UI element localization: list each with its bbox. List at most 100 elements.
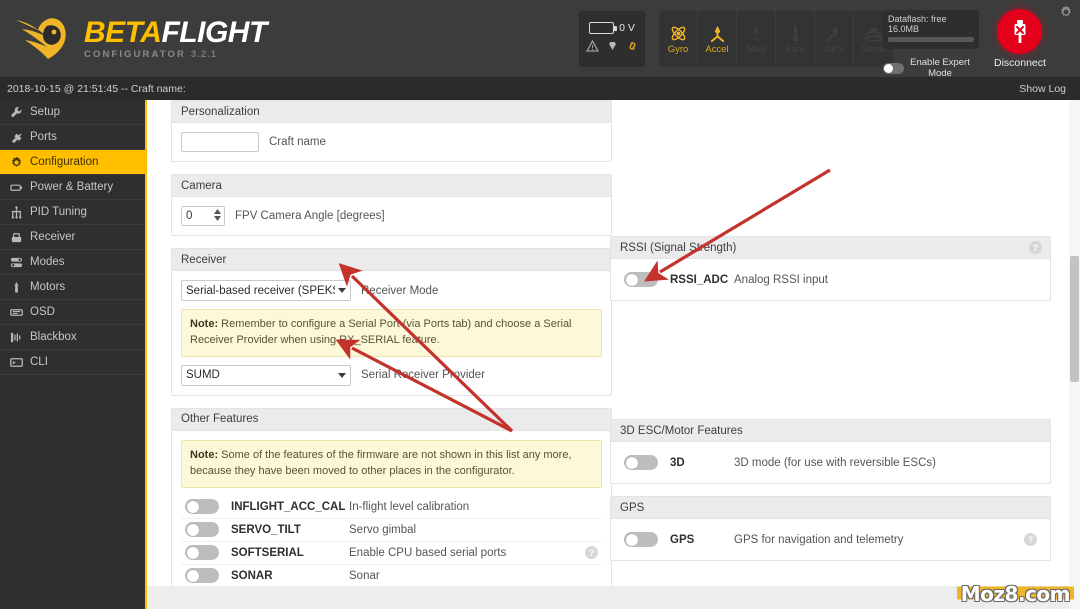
feature-name: INFLIGHT_ACC_CAL [231, 500, 346, 513]
feature-description: Enable CPU based serial ports [349, 546, 507, 559]
plug-icon [9, 130, 23, 144]
receiver-note: Note: Remember to configure a Serial Por… [181, 309, 602, 357]
wrench-icon [9, 105, 23, 119]
feature-row-softserial[interactable]: SOFTSERIAL Enable CPU based serial ports… [181, 542, 602, 565]
right-column: RSSI (Signal Strength) ? RSSI_ADC Analog… [610, 236, 1051, 573]
sensor-gps-label: GPS [823, 43, 845, 55]
show-log-button[interactable]: Show Log [1019, 83, 1066, 95]
panel-title-other-features: Other Features [172, 408, 611, 431]
expert-mode-toggle[interactable] [883, 63, 904, 75]
sensor-accel: Accel [698, 11, 737, 67]
motor-icon [9, 280, 23, 294]
feature-description: 3D mode (for use with reversible ESCs) [734, 456, 936, 469]
terminal-icon [9, 355, 23, 369]
sidebar-item-osd[interactable]: OSD [0, 300, 145, 325]
link-icon [626, 39, 639, 57]
sidebar-item-label: Setup [30, 106, 61, 118]
sidebar-nav: Setup Ports Configuration Power & Batter… [0, 100, 147, 609]
stepper-arrows-icon[interactable] [214, 209, 221, 221]
port-diamond-icon [606, 39, 619, 57]
panel-camera: Camera 0 FPV Camera Angle [degrees] [171, 174, 612, 236]
toggle-gps[interactable] [624, 532, 658, 547]
feature-description: Analog RSSI input [734, 273, 828, 286]
battery-voltage: 0 V [619, 21, 635, 34]
feature-name: GPS [670, 533, 695, 546]
logo-beta-text: BETA [84, 15, 162, 49]
feature-row-3d[interactable]: 3D 3D mode (for use with reversible ESCs… [620, 451, 1041, 474]
feature-description: Servo gimbal [349, 523, 417, 536]
chevron-down-icon [338, 372, 346, 378]
feature-row-sonar[interactable]: SONAR Sonar [181, 565, 602, 588]
antenna-icon [9, 230, 23, 244]
toggle-inflight-acc-cal[interactable] [185, 499, 219, 515]
panel-gps: GPS GPS GPS for navigation and telemetry… [610, 496, 1051, 561]
sidebar-item-power-battery[interactable]: Power & Battery [0, 175, 145, 200]
sensor-baro-label: Baro [784, 43, 806, 55]
sidebar-item-label: Modes [30, 256, 65, 268]
panel-receiver: Receiver Serial-based receiver (SPEKSAT,… [171, 248, 612, 396]
disconnect-button[interactable]: Disconnect [994, 9, 1046, 69]
serial-receiver-provider-select[interactable]: SUMD [181, 364, 351, 386]
sidebar-item-label: Blackbox [30, 331, 77, 343]
panel-title-gps: GPS [611, 497, 1050, 519]
dataflash-value: 16.0MB [888, 24, 920, 35]
dataflash-section: Dataflash: free 16.0MB Enable Expert Mod… [883, 10, 979, 80]
status-bar-text: 2018-10-15 @ 21:51:45 -- Craft name: [7, 82, 186, 95]
sidebar-item-pid-tuning[interactable]: PID Tuning [0, 200, 145, 225]
sidebar-item-blackbox[interactable]: Blackbox [0, 325, 145, 350]
sliders-icon [9, 205, 23, 219]
dataflash-label: Dataflash: free [888, 14, 947, 24]
feature-row-servo-tilt[interactable]: SERVO_TILT Servo gimbal [181, 519, 602, 542]
toggle-rssi-adc[interactable] [624, 272, 658, 287]
sensor-baro: Baro [776, 11, 815, 67]
sidebar-item-cli[interactable]: CLI [0, 350, 145, 375]
sidebar-item-configuration[interactable]: Configuration [0, 150, 145, 175]
blackbox-icon [9, 330, 23, 344]
vertical-scrollbar[interactable] [1069, 100, 1080, 609]
panel-title-personalization: Personalization [172, 101, 611, 123]
sensor-status-bar: Gyro Accel N Mag Baro GPS Sonar [659, 11, 893, 67]
sidebar-item-label: OSD [30, 306, 55, 318]
betaflight-bird-icon [14, 12, 76, 66]
feature-description: GPS for navigation and telemetry [734, 533, 904, 546]
sidebar-item-motors[interactable]: Motors [0, 275, 145, 300]
feature-name: SERVO_TILT [231, 523, 301, 536]
sidebar-item-setup[interactable]: Setup [0, 100, 145, 125]
fpv-camera-angle-value: 0 [186, 210, 193, 222]
feature-row-rssi-adc[interactable]: RSSI_ADC Analog RSSI input [620, 268, 1041, 291]
sensor-gyro: Gyro [659, 11, 698, 67]
feature-row-gps[interactable]: GPS GPS for navigation and telemetry ? [620, 528, 1041, 551]
logo-flight-text: FLIGHT [161, 15, 267, 49]
sidebar-item-modes[interactable]: Modes [0, 250, 145, 275]
sidebar-item-receiver[interactable]: Receiver [0, 225, 145, 250]
panel-title-rssi-text: RSSI (Signal Strength) [620, 241, 737, 254]
settings-gear-icon[interactable] [1059, 5, 1073, 24]
help-icon[interactable]: ? [1029, 241, 1042, 254]
craft-name-input[interactable] [181, 132, 259, 152]
other-features-note: Note: Some of the features of the firmwa… [181, 439, 602, 488]
toggle-sonar[interactable] [185, 568, 219, 584]
scrollbar-thumb[interactable] [1070, 256, 1079, 382]
fpv-camera-angle-stepper[interactable]: 0 [181, 206, 225, 226]
help-icon[interactable]: ? [585, 546, 598, 560]
receiver-mode-select[interactable]: Serial-based receiver (SPEKSAT, S [181, 280, 351, 301]
panel-title-3d-esc-motor: 3D ESC/Motor Features [611, 420, 1050, 442]
sensor-mag-label: Mag [746, 43, 766, 55]
toggle-3d[interactable] [624, 455, 658, 470]
battery-icon [589, 21, 618, 34]
help-icon[interactable]: ? [1024, 533, 1037, 546]
panel-rssi: RSSI (Signal Strength) ? RSSI_ADC Analog… [610, 236, 1051, 301]
battery-icon [9, 180, 23, 194]
sidebar-item-label: Power & Battery [30, 181, 114, 193]
dataflash-box: Dataflash: free 16.0MB [883, 10, 979, 49]
toggle-servo-tilt[interactable] [185, 522, 219, 538]
chevron-down-icon [338, 288, 346, 293]
toggle-softserial[interactable] [185, 545, 219, 561]
warning-icon [585, 39, 599, 57]
status-bar: 2018-10-15 @ 21:51:45 -- Craft name: Sho… [0, 77, 1080, 100]
sidebar-item-label: Ports [30, 131, 57, 143]
sidebar-item-ports[interactable]: Ports [0, 125, 145, 150]
switches-icon [9, 255, 23, 269]
watermark: Moz8.com [956, 582, 1074, 606]
feature-row-inflight-acc-cal[interactable]: INFLIGHT_ACC_CAL In-flight level calibra… [181, 496, 602, 519]
